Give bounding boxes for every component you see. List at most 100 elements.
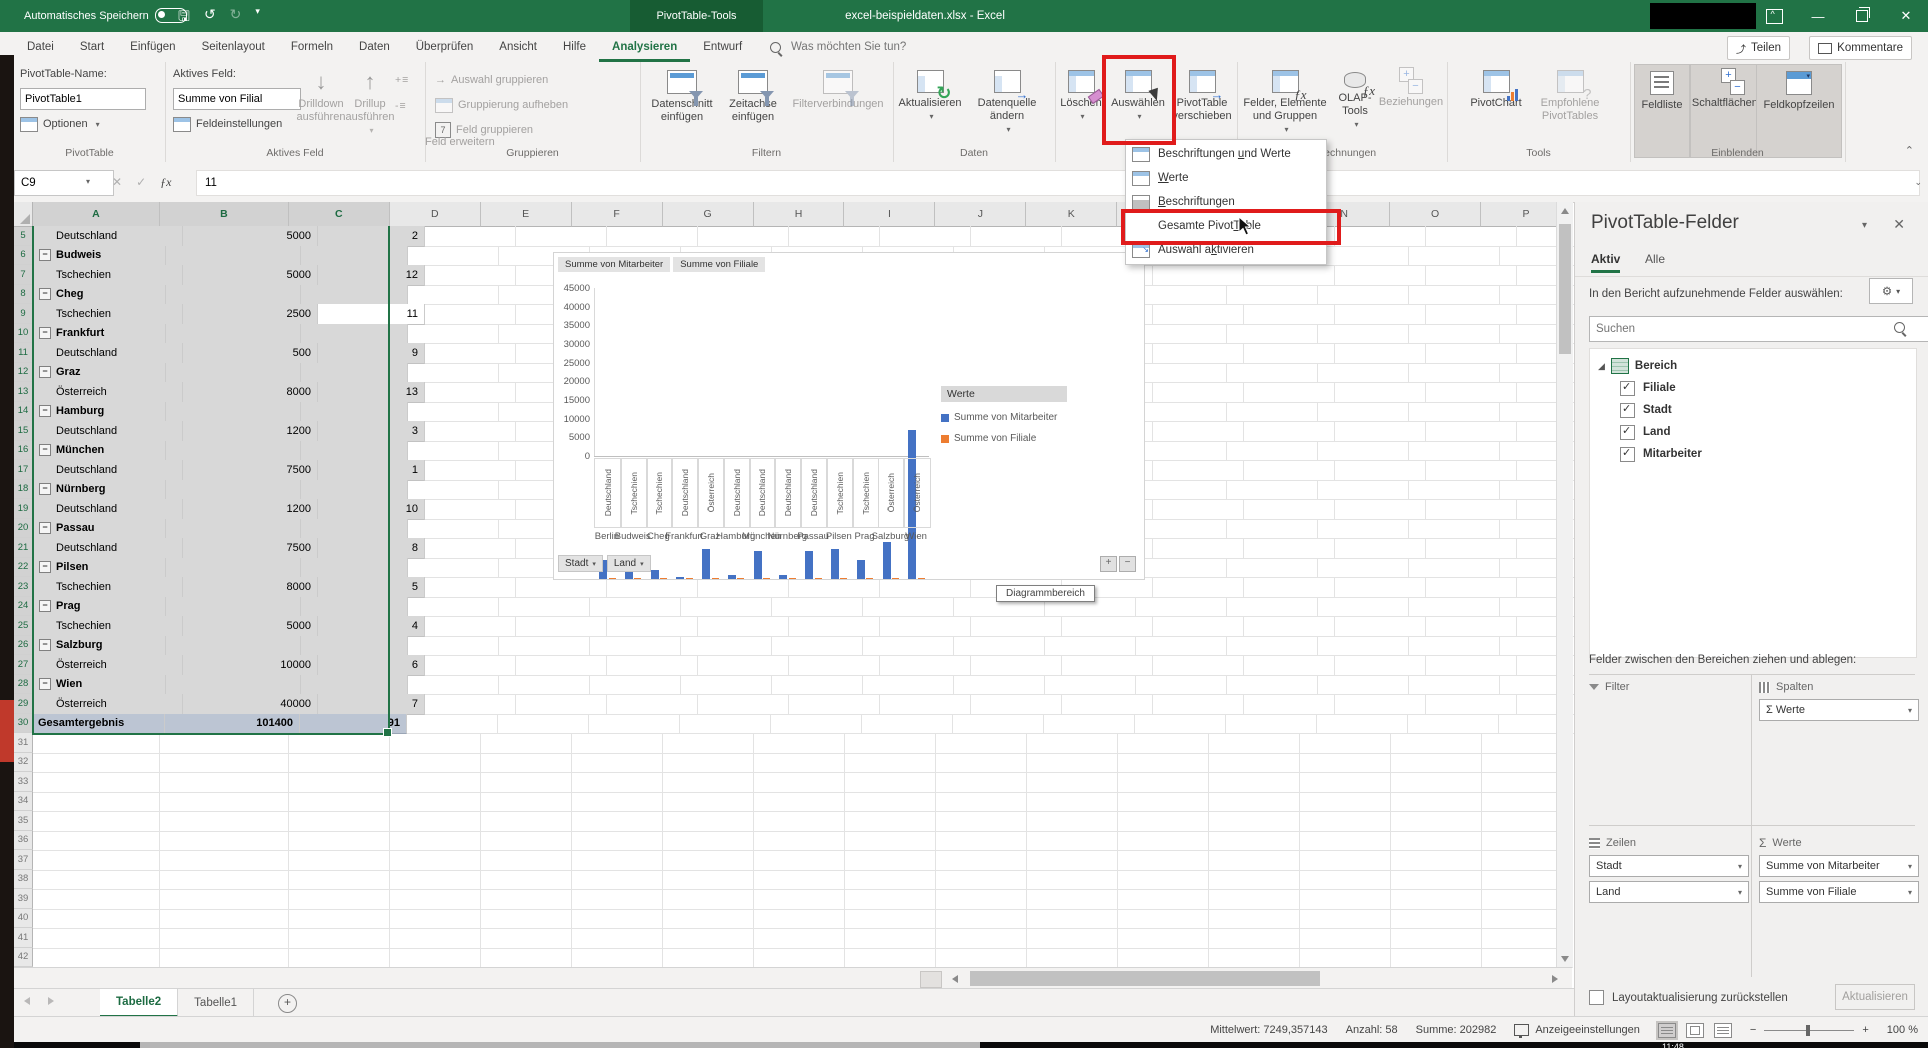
drillup-button[interactable]: ↑ Drillup ausführen xyxy=(347,64,393,156)
cell-C10[interactable] xyxy=(301,324,408,345)
field-checkbox-filiale[interactable] xyxy=(1620,381,1635,396)
autosave-toggle[interactable]: Automatisches Speichern xyxy=(24,8,187,23)
grid-cell[interactable] xyxy=(1391,909,1482,930)
relationships-button[interactable]: Beziehungen xyxy=(1379,64,1443,156)
grid-cell[interactable] xyxy=(1318,636,1409,657)
grid-cell[interactable] xyxy=(390,733,481,754)
grid-cell[interactable] xyxy=(1027,928,1118,949)
grid-cell[interactable] xyxy=(289,928,390,949)
grid-cell[interactable] xyxy=(160,909,289,930)
cell-C26[interactable] xyxy=(301,636,408,657)
grid-cell[interactable] xyxy=(1300,870,1391,891)
grid-cell[interactable] xyxy=(1062,694,1153,715)
options-button[interactable]: Optionen xyxy=(20,114,100,134)
grid-cell[interactable] xyxy=(698,577,789,598)
field-chip-land[interactable]: Land xyxy=(1589,881,1749,903)
cell-C18[interactable] xyxy=(301,480,408,501)
grid-cell[interactable] xyxy=(33,928,160,949)
grid-cell[interactable] xyxy=(1409,363,1500,384)
cell-B15[interactable]: 1200 xyxy=(183,421,318,442)
grid-cell[interactable] xyxy=(1244,421,1335,442)
area-columns[interactable]: Spalten Σ Werte xyxy=(1759,675,1919,725)
cell-B24[interactable] xyxy=(166,597,301,618)
cell-C13[interactable]: 13 xyxy=(318,382,425,403)
grid-cell[interactable] xyxy=(754,811,845,832)
grid-cell[interactable] xyxy=(863,597,954,618)
grid-cell[interactable] xyxy=(1027,811,1118,832)
grid-cell[interactable] xyxy=(408,363,499,384)
cell-B21[interactable]: 7500 xyxy=(183,538,318,559)
row-header-37[interactable]: 37 xyxy=(14,850,33,870)
grid-cell[interactable] xyxy=(1335,538,1426,559)
grid-cell[interactable] xyxy=(33,889,160,910)
grid-cell[interactable] xyxy=(425,538,516,559)
cell-B13[interactable]: 8000 xyxy=(183,382,318,403)
grid-cell[interactable] xyxy=(590,675,681,696)
grid-cell[interactable] xyxy=(1318,519,1409,540)
cell-A20[interactable]: −Passau xyxy=(34,519,166,540)
defer-layout-update[interactable]: Layoutaktualisierung zurückstellen xyxy=(1589,990,1788,1005)
grid-cell[interactable] xyxy=(160,772,289,793)
ribbon-tab-datei[interactable]: Datei xyxy=(14,32,67,62)
recommended-pivottables-button[interactable]: Empfohlene PivotTables xyxy=(1531,64,1609,156)
grid-cell[interactable] xyxy=(408,636,499,657)
grid-cell[interactable] xyxy=(160,811,289,832)
grid-cell[interactable] xyxy=(1062,655,1153,676)
cell-B12[interactable] xyxy=(166,363,301,384)
ribbon-tab-ansicht[interactable]: Ansicht xyxy=(486,32,550,62)
grid-cell[interactable] xyxy=(572,753,663,774)
row-header-42[interactable]: 42 xyxy=(14,948,33,968)
grid-cell[interactable] xyxy=(971,226,1062,247)
share-button[interactable]: ⤴ Teilen xyxy=(1727,36,1790,60)
cell-B6[interactable] xyxy=(166,246,301,267)
grid-cell[interactable] xyxy=(1409,441,1500,462)
grid-cell[interactable] xyxy=(1209,850,1300,871)
grid-cell[interactable] xyxy=(516,577,607,598)
grid-cell[interactable] xyxy=(954,636,1045,657)
grid-cell[interactable] xyxy=(698,616,789,637)
grid-cell[interactable] xyxy=(680,714,771,735)
collapse-icon[interactable]: − xyxy=(39,444,51,456)
grid-cell[interactable] xyxy=(1335,616,1426,637)
grid-cell[interactable] xyxy=(1426,421,1517,442)
cell-A5[interactable]: Deutschland xyxy=(34,226,183,247)
grid-cell[interactable] xyxy=(845,772,936,793)
grid-cell[interactable] xyxy=(789,226,880,247)
row-header-29[interactable]: 29 xyxy=(14,694,34,714)
grid-cell[interactable] xyxy=(1227,324,1318,345)
row-header-25[interactable]: 25 xyxy=(14,616,34,636)
grid-cell[interactable] xyxy=(1335,265,1426,286)
grid-cell[interactable] xyxy=(1136,285,1227,306)
grid-cell[interactable] xyxy=(971,694,1062,715)
grid-cell[interactable] xyxy=(789,577,880,598)
grid-cell[interactable] xyxy=(1153,538,1244,559)
cell-C28[interactable] xyxy=(301,675,408,696)
grid-cell[interactable] xyxy=(481,733,572,754)
grid-cell[interactable] xyxy=(1044,714,1135,735)
zoom-out-icon[interactable]: − xyxy=(1750,1024,1756,1036)
grid-cell[interactable] xyxy=(1209,811,1300,832)
area-filter[interactable]: Filter xyxy=(1589,675,1749,699)
grid-cell[interactable] xyxy=(481,870,572,891)
grid-cell[interactable] xyxy=(1153,460,1244,481)
ribbon-display-options-icon[interactable] xyxy=(1752,0,1796,32)
grid-cell[interactable] xyxy=(1391,850,1482,871)
grid-cell[interactable] xyxy=(1409,324,1500,345)
grid-cell[interactable] xyxy=(880,616,971,637)
grid-cell[interactable] xyxy=(160,733,289,754)
grid-cell[interactable] xyxy=(1153,655,1244,676)
formula-bar-expand-icon[interactable]: ⌄ xyxy=(1914,177,1922,188)
cell-C23[interactable]: 5 xyxy=(318,577,425,598)
grid-cell[interactable] xyxy=(663,811,754,832)
grid-cell[interactable] xyxy=(1300,948,1391,969)
field-list-toggle-button[interactable]: Feldliste xyxy=(1634,64,1690,158)
cell-C5[interactable]: 2 xyxy=(318,226,425,247)
group-selection-button[interactable]: → Auswahl gruppieren xyxy=(435,70,548,90)
grid-cell[interactable] xyxy=(936,909,1027,930)
field-item-filiale[interactable]: Filiale xyxy=(1590,377,1916,399)
row-header-21[interactable]: 21 xyxy=(14,538,34,558)
grid-cell[interactable] xyxy=(160,889,289,910)
grid-cell[interactable] xyxy=(289,850,390,871)
cell-B11[interactable]: 500 xyxy=(183,343,318,364)
cell-C22[interactable] xyxy=(301,558,408,579)
